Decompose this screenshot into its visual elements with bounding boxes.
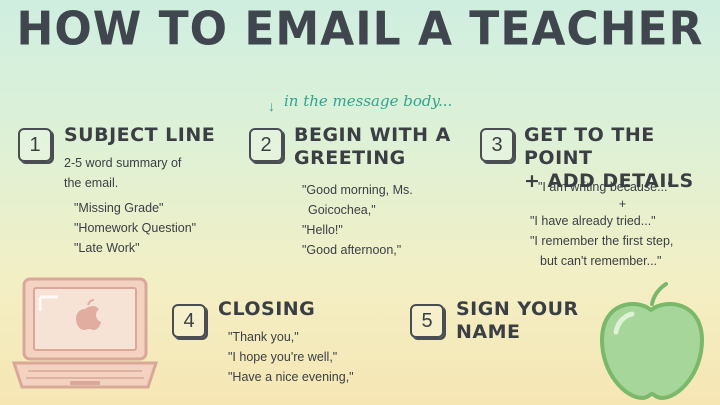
step-5-heading: SIGN YOUR NAME: [456, 298, 579, 344]
step-2-example: Goicochea,": [308, 203, 376, 217]
step-2-heading-line: BEGIN WITH A: [294, 124, 451, 146]
step-4-example: "Thank you,": [228, 330, 299, 344]
step-1-example: "Missing Grade": [74, 201, 164, 215]
step-5-number: 5: [410, 304, 444, 338]
step-5-heading-line: SIGN YOUR: [456, 298, 579, 320]
step-2-example: "Hello!": [302, 223, 343, 237]
step-3-heading-line: GET TO THE POINT: [524, 124, 655, 169]
step-2-number: 2: [249, 128, 283, 162]
step-4-number: 4: [172, 304, 206, 338]
step-2-heading-line: GREETING: [294, 147, 406, 169]
step-1-number: 1: [18, 128, 52, 162]
message-body-note: in the message body...: [284, 92, 453, 110]
step-3-examples: "I am writing because..." + "I have alre…: [530, 177, 715, 271]
step-4-heading: CLOSING: [218, 298, 316, 320]
step-5-heading-line: NAME: [456, 321, 521, 343]
step-1-example: "Homework Question": [74, 221, 197, 235]
step-3-number: 3: [480, 128, 514, 162]
laptop-icon: [11, 277, 159, 389]
step-2-example: "Good morning, Ms.: [302, 183, 413, 197]
step-4-examples: "Thank you," "I hope you're well," "Have…: [228, 327, 354, 387]
step-2-examples: "Good morning, Ms. Goicochea," "Hello!" …: [302, 180, 413, 260]
step-1-desc-line: 2-5 word summary of: [64, 156, 182, 170]
curved-arrow-icon: ↓: [268, 98, 275, 114]
step-1-desc-line: the email.: [64, 176, 119, 190]
step-3-example: "I have already tried...": [530, 214, 656, 228]
step-2-heading: BEGIN WITH A GREETING: [294, 124, 451, 170]
step-3-example: but can't remember...": [540, 254, 662, 268]
apple-icon: [599, 282, 705, 401]
step-2-example: "Good afternoon,": [302, 243, 402, 257]
step-3-example: "I am writing because...": [538, 180, 672, 194]
step-1-examples: "Missing Grade" "Homework Question" "Lat…: [74, 198, 196, 258]
step-1-example: "Late Work": [74, 241, 140, 255]
step-3-example: "I remember the first step,: [530, 234, 674, 248]
step-1-heading: SUBJECT LINE: [64, 124, 216, 146]
step-4-example: "I hope you're well,": [228, 350, 338, 364]
page-title: HOW TO EMAIL A TEACHER: [16, 2, 704, 57]
step-1-description: 2-5 word summary of the email.: [64, 153, 181, 193]
step-4-example: "Have a nice evening,": [228, 370, 354, 384]
step-3-example: +: [618, 197, 627, 211]
